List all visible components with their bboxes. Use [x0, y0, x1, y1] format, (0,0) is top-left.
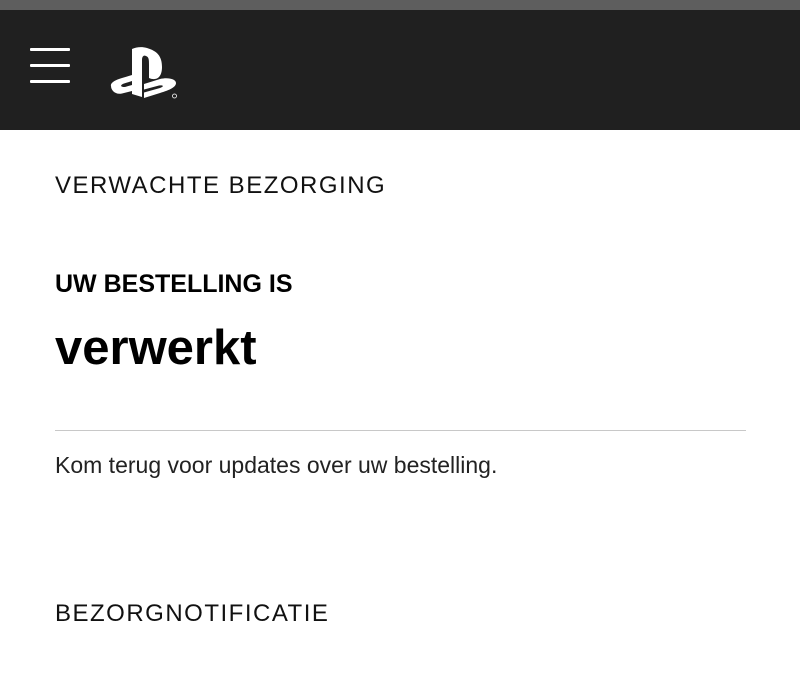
- top-strip: [0, 0, 800, 10]
- menu-button[interactable]: [28, 46, 74, 86]
- expected-delivery-title: VERWACHTE BEZORGING: [55, 172, 387, 199]
- order-status-label: UW BESTELLING IS: [55, 270, 293, 298]
- delivery-notification-title: BEZORGNOTIFICATIE: [55, 600, 330, 627]
- playstation-logo-icon[interactable]: [108, 43, 180, 99]
- divider: [55, 430, 746, 431]
- site-header: [0, 10, 800, 130]
- status-message: Kom terug voor updates over uw bestellin…: [55, 452, 498, 478]
- order-status-value: verwerkt: [55, 321, 257, 375]
